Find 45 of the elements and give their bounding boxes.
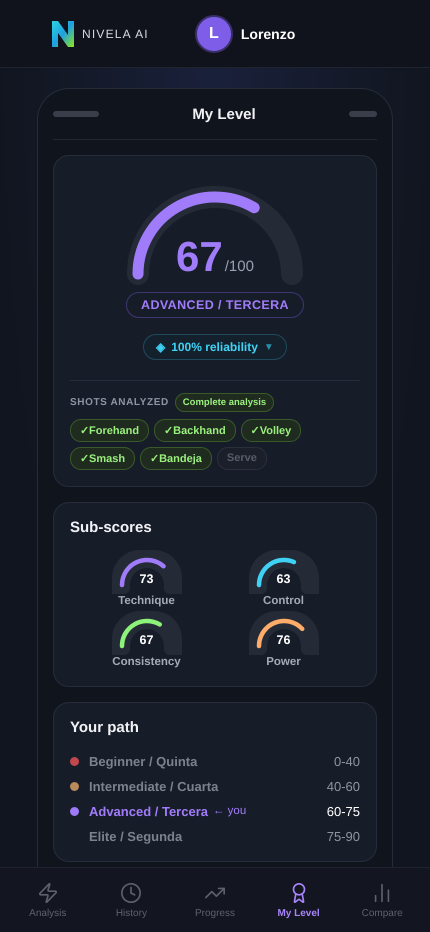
level-range: 40-60 — [326, 778, 360, 794]
shot-chip: ✓Volley — [240, 419, 302, 442]
subscore-label: Control — [263, 595, 304, 607]
screen-title: My Level — [192, 106, 256, 122]
level-name: Elite / Segunda — [89, 828, 182, 844]
level-tier: ADVANCED / TERCERA — [126, 292, 304, 318]
level-name: Intermediate / Cuarta — [89, 778, 218, 794]
handle — [53, 111, 99, 117]
subscore-label: Technique — [118, 595, 175, 607]
user-name: Lorenzo — [240, 26, 296, 42]
nav-tab[interactable]: History — [96, 882, 166, 918]
shot-chip: ✓Smash — [70, 447, 136, 470]
level-range: 60-75 — [326, 804, 360, 818]
clock-icon — [120, 882, 142, 904]
score-max: /100 — [224, 258, 254, 275]
nav-tab[interactable]: Analysis — [12, 882, 83, 918]
shot-chip: Serve — [216, 447, 267, 470]
level-name: Advanced / Tercera — [89, 804, 208, 818]
nav-tab[interactable]: Compare — [347, 882, 418, 918]
card-title: Your path — [70, 719, 140, 736]
avatar[interactable]: L — [194, 14, 233, 52]
brand-name: NIVELA AI — [82, 26, 149, 40]
you-marker: ← you — [212, 805, 246, 817]
subscore-value: 63 — [276, 572, 292, 586]
status-badge: Complete analysis — [174, 393, 274, 412]
subscore-label: Consistency — [112, 656, 181, 668]
nav-tab[interactable]: My Level — [264, 882, 334, 918]
subscore-label: Power — [266, 656, 301, 668]
lightning-icon — [36, 882, 59, 904]
shot-chip: ✓Backhand — [154, 419, 236, 442]
handle — [349, 111, 377, 117]
logo-icon — [52, 20, 74, 46]
level-range: 0-40 — [334, 754, 360, 768]
subscore-value: 76 — [276, 633, 292, 647]
subscore-value: 73 — [138, 572, 154, 586]
card-title: Sub-scores — [70, 519, 153, 536]
subscore-value: 67 — [138, 633, 154, 647]
section-label: SHOTS ANALYZED — [70, 397, 169, 408]
level-name: Beginner / Quinta — [89, 754, 198, 768]
shot-chip: ✓Bandeja — [140, 447, 212, 470]
level-range: 75-90 — [326, 828, 360, 844]
reliability-button[interactable]: ◈ 100% reliability ▼ — [143, 334, 287, 360]
shot-chip: ✓Forehand — [70, 419, 150, 442]
nav-tab[interactable]: Progress — [180, 882, 250, 918]
score-value: 67 — [176, 236, 223, 278]
